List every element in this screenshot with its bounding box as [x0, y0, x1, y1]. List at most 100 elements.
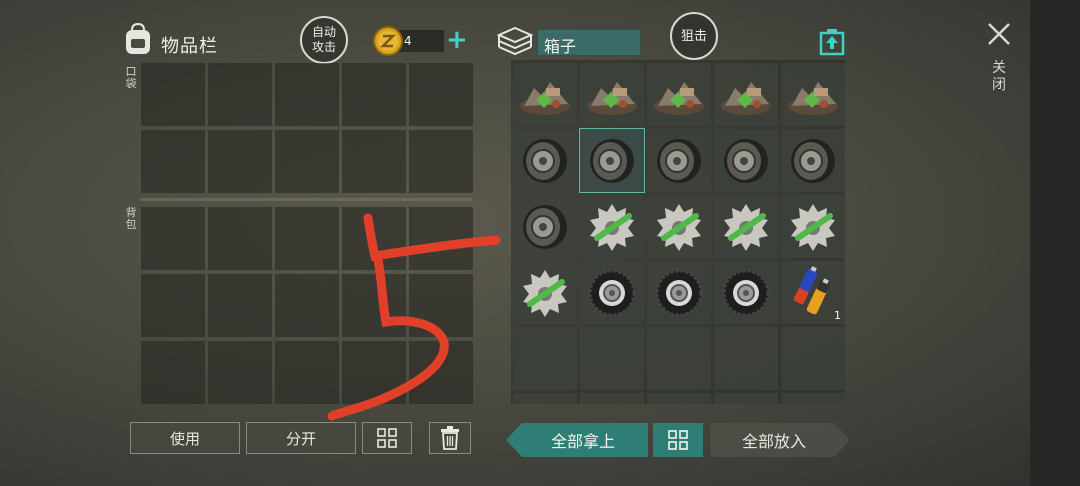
split-button[interactable]: 分开	[246, 422, 356, 454]
right-edge-panel	[1030, 0, 1080, 486]
box-slot[interactable]	[781, 327, 845, 390]
box-slot[interactable]	[579, 128, 645, 193]
box-slot[interactable]: 1	[781, 261, 845, 324]
pocket-slot[interactable]	[208, 130, 272, 193]
box-slot[interactable]	[714, 393, 778, 404]
add-coin-button[interactable]: +	[446, 26, 468, 54]
box-slot[interactable]	[714, 327, 778, 390]
saw-blade-icon	[523, 270, 567, 317]
snipe-label: 狙击	[680, 28, 707, 44]
box-slot[interactable]	[647, 327, 711, 390]
box-slot[interactable]	[647, 393, 711, 404]
backpack-slot[interactable]	[275, 341, 339, 404]
box-slot[interactable]	[781, 129, 845, 192]
item-quantity: 1	[834, 309, 841, 322]
box-slot[interactable]	[714, 261, 778, 324]
backpack-slot[interactable]	[141, 207, 205, 270]
box-slot[interactable]	[580, 393, 644, 404]
pocket-slot[interactable]	[409, 130, 473, 193]
use-button[interactable]: 使用	[130, 422, 240, 454]
upload-icon[interactable]	[818, 28, 846, 56]
box-slot[interactable]	[513, 261, 577, 324]
auto-attack-button[interactable]: 自动攻击	[300, 16, 348, 64]
box-slot[interactable]	[781, 195, 845, 258]
box-slot[interactable]	[647, 129, 711, 192]
box-title: 箱子	[537, 29, 641, 56]
pocket-slot[interactable]	[275, 130, 339, 193]
coin-count: 4	[404, 34, 412, 48]
backpack-label: 背包	[125, 206, 137, 231]
box-slot[interactable]	[647, 195, 711, 258]
backpack-slot[interactable]	[275, 207, 339, 270]
box-slot[interactable]	[580, 327, 644, 390]
backpack-slot[interactable]	[141, 341, 205, 404]
pocket-slot[interactable]	[208, 63, 272, 126]
wheel-disc-icon	[657, 139, 701, 183]
backpack-slot[interactable]	[208, 207, 272, 270]
box-slot[interactable]	[714, 63, 778, 126]
pocket-slot[interactable]	[342, 63, 406, 126]
put-all-button[interactable]: 全部放入	[710, 423, 850, 457]
backpack-slot[interactable]	[342, 274, 406, 337]
pocket-slot[interactable]	[342, 130, 406, 193]
box-slot[interactable]	[513, 129, 577, 192]
saw-blade-icon	[657, 204, 701, 251]
box-slot[interactable]	[781, 393, 845, 404]
sort-inventory-button[interactable]	[362, 422, 412, 454]
pocket-slot[interactable]	[275, 63, 339, 126]
close-label: 关闭	[992, 60, 1006, 93]
scrap-pile-icon	[520, 82, 570, 115]
pocket-slot[interactable]	[141, 130, 205, 193]
box-slot[interactable]	[714, 129, 778, 192]
box-slot[interactable]	[513, 195, 577, 258]
wheel-disc-icon	[523, 139, 567, 183]
scrap-pile-icon	[721, 82, 771, 115]
grid-sort-icon	[668, 430, 688, 450]
auto-attack-label: 自动攻击	[311, 25, 336, 54]
backpack-slot[interactable]	[208, 341, 272, 404]
backpack-slot[interactable]	[141, 274, 205, 337]
box-slot[interactable]	[647, 63, 711, 126]
box-slot[interactable]	[580, 261, 644, 324]
wheel-disc-icon	[590, 139, 634, 183]
backpack-slot[interactable]	[409, 207, 473, 270]
box-slot[interactable]	[647, 261, 711, 324]
backpack-slot[interactable]	[342, 207, 406, 270]
backpack-slot[interactable]	[409, 341, 473, 404]
trash-icon	[441, 426, 459, 450]
box-slot[interactable]	[781, 63, 845, 126]
pocket-slot[interactable]	[409, 63, 473, 126]
scrap-pile-icon	[654, 82, 704, 115]
scrap-pile-icon	[788, 82, 838, 115]
pocket-label: 口袋	[125, 65, 137, 90]
backpack-slot[interactable]	[409, 274, 473, 337]
inventory-title: 物品栏	[161, 36, 218, 57]
close-icon[interactable]	[985, 20, 1013, 48]
backpack-slot[interactable]	[275, 274, 339, 337]
backpack-slot[interactable]	[342, 341, 406, 404]
take-all-button[interactable]: 全部拿上	[506, 423, 648, 457]
saw-blade-icon	[724, 204, 768, 251]
box-slot[interactable]	[513, 393, 577, 404]
trash-button[interactable]	[429, 422, 471, 454]
box-stack-icon	[497, 26, 533, 56]
sort-box-button[interactable]	[653, 423, 703, 457]
box-slot[interactable]	[580, 195, 644, 258]
wheel-disc-icon	[724, 139, 768, 183]
box-slot[interactable]	[714, 195, 778, 258]
tire-icon	[722, 269, 770, 317]
coin-icon	[373, 26, 403, 56]
tire-icon	[588, 269, 636, 317]
box-slot[interactable]	[513, 63, 577, 126]
wheel-disc-icon	[791, 139, 835, 183]
wheel-disc-icon	[523, 205, 567, 249]
box-slot[interactable]	[513, 327, 577, 390]
scrap-pile-icon	[587, 82, 637, 115]
snipe-button[interactable]: 狙击	[670, 12, 718, 60]
box-slot[interactable]	[580, 63, 644, 126]
inventory-divider	[140, 198, 472, 201]
pocket-slot[interactable]	[141, 63, 205, 126]
saw-blade-icon	[590, 204, 634, 251]
backpack-slot[interactable]	[208, 274, 272, 337]
grid-sort-icon	[377, 428, 397, 448]
